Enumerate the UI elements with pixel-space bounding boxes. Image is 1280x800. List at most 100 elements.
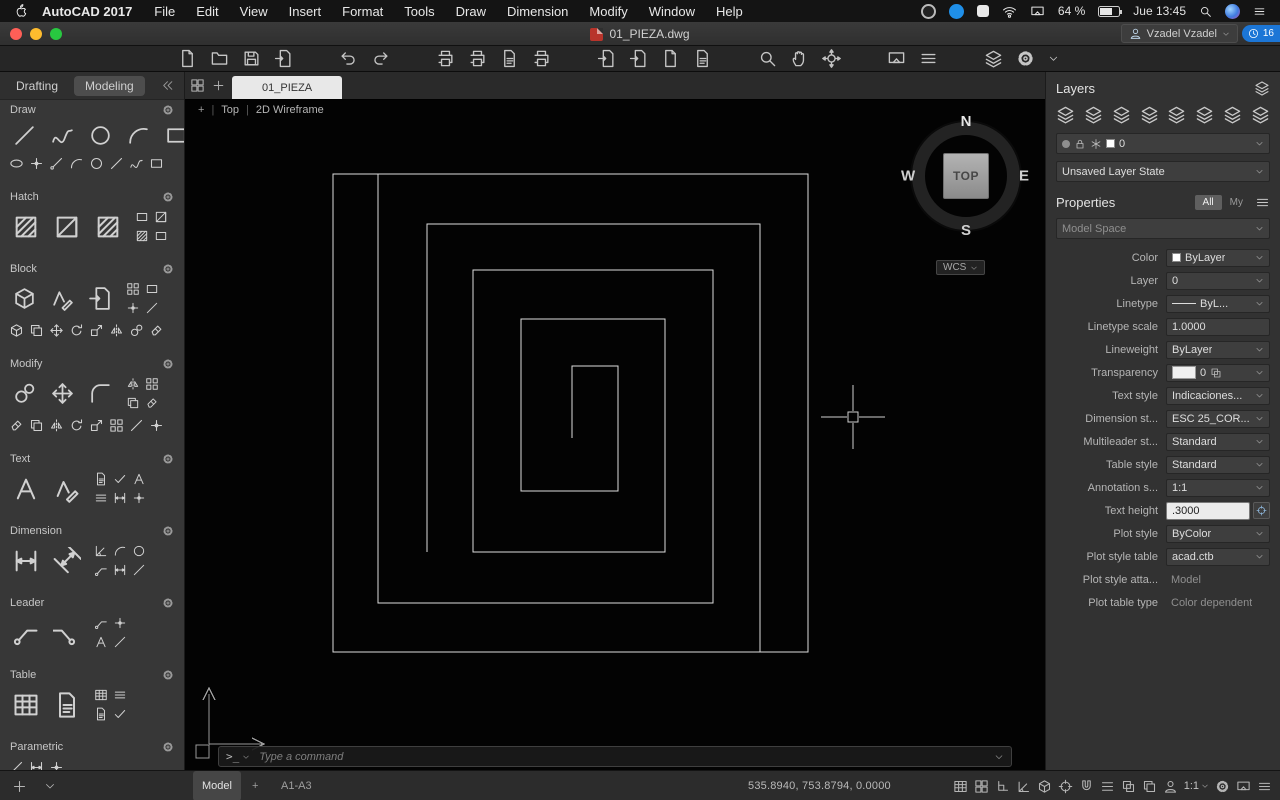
page-setup-icon[interactable] xyxy=(500,49,519,68)
gear-icon[interactable] xyxy=(162,453,174,465)
snap-mode-icon[interactable] xyxy=(974,779,989,794)
copy-tool[interactable] xyxy=(126,396,140,410)
current-layer-selector[interactable]: 0 xyxy=(1056,133,1270,154)
creative-cloud-icon[interactable] xyxy=(921,4,936,19)
menu-insert[interactable]: Insert xyxy=(289,4,322,19)
gear-icon[interactable] xyxy=(162,525,174,537)
transparency-icon[interactable] xyxy=(1210,367,1222,379)
explode-tool[interactable] xyxy=(149,418,164,433)
multileader-tool[interactable] xyxy=(12,619,40,647)
baseline-dimension-tool[interactable] xyxy=(113,563,127,577)
menu-file[interactable]: File xyxy=(154,4,175,19)
layer-freeze-icon[interactable] xyxy=(1195,105,1214,124)
hatch-tool[interactable] xyxy=(12,213,40,241)
layer-state-selector[interactable]: Unsaved Layer State xyxy=(1056,161,1270,182)
block-small-2[interactable] xyxy=(29,323,44,338)
layer-state-icon[interactable] xyxy=(1112,105,1131,124)
viewport-view-control[interactable]: Top xyxy=(221,104,239,116)
layer-color-swatch[interactable] xyxy=(1106,139,1115,148)
polyline-tool[interactable] xyxy=(50,123,75,148)
text-style-tool[interactable] xyxy=(94,472,108,486)
new-drawing-icon[interactable] xyxy=(178,49,197,68)
layer-off-icon[interactable] xyxy=(1251,105,1270,124)
trial-days-badge[interactable]: 16 xyxy=(1242,25,1280,42)
block-array-tool[interactable] xyxy=(126,282,140,296)
tab-drafting[interactable]: Drafting xyxy=(10,76,64,96)
blue-app-status-icon[interactable] xyxy=(949,4,964,19)
drawing-canvas[interactable]: + | Top | 2D Wireframe N E S W TOP WCS xyxy=(185,100,1045,770)
copy-small-tool[interactable] xyxy=(29,418,44,433)
plot-style-table-dropdown[interactable]: acad.ctb xyxy=(1166,548,1270,566)
single-text-tool[interactable] xyxy=(132,472,146,486)
circle-tool[interactable] xyxy=(88,123,113,148)
share-icon[interactable] xyxy=(693,49,712,68)
menu-help[interactable]: Help xyxy=(716,4,743,19)
transparency-display-icon[interactable] xyxy=(1121,779,1136,794)
command-input[interactable]: Type a command xyxy=(259,751,994,763)
color-dropdown[interactable]: ByLayer xyxy=(1166,249,1270,267)
lock-icon[interactable] xyxy=(1074,138,1086,150)
orbit-tool-icon[interactable] xyxy=(822,49,841,68)
pan-tool-icon[interactable] xyxy=(790,49,809,68)
transparency-input[interactable]: 0 xyxy=(1166,364,1270,382)
text-height-input[interactable]: .3000 xyxy=(1166,502,1250,520)
white-app-status-icon[interactable] xyxy=(977,5,989,17)
write-block-tool[interactable] xyxy=(88,286,113,311)
annotation-scale-dropdown[interactable]: 1:1 xyxy=(1166,479,1270,497)
viewcube-top-face[interactable]: TOP xyxy=(943,153,989,199)
ellipse-tool[interactable] xyxy=(9,156,24,171)
signed-in-user-menu[interactable]: Vzadel Vzadel xyxy=(1121,24,1238,43)
notification-center-icon[interactable] xyxy=(1253,5,1266,18)
apple-menu-icon[interactable] xyxy=(14,3,28,19)
block-small-5[interactable] xyxy=(89,323,104,338)
layers-icon[interactable] xyxy=(1254,80,1270,96)
dimension-style-dropdown[interactable]: ESC 25_COR... xyxy=(1166,410,1270,428)
new-tab-icon[interactable] xyxy=(212,79,225,92)
trim-tool[interactable] xyxy=(129,418,144,433)
ortho-mode-icon[interactable] xyxy=(995,779,1010,794)
table-export-tool[interactable] xyxy=(113,688,127,702)
viewcube-west[interactable]: W xyxy=(901,168,915,185)
add-layout-button[interactable]: + xyxy=(252,771,258,800)
batch-plot-icon[interactable] xyxy=(532,49,551,68)
table-style-dropdown[interactable]: Standard xyxy=(1166,456,1270,474)
block-small-4[interactable] xyxy=(69,323,84,338)
siri-icon[interactable] xyxy=(1225,4,1240,19)
linear-dimension-tool[interactable] xyxy=(12,547,40,575)
import-icon[interactable] xyxy=(597,49,616,68)
table-check-tool[interactable] xyxy=(113,707,127,721)
construction-line-tool[interactable] xyxy=(109,156,124,171)
block-small-1[interactable] xyxy=(9,323,24,338)
gradient-tool[interactable] xyxy=(53,213,81,241)
command-history-chevron-icon[interactable] xyxy=(994,752,1004,762)
palette-options-chevron-icon[interactable] xyxy=(44,780,56,792)
app-menu-title[interactable]: AutoCAD 2017 xyxy=(42,4,132,19)
leader-text-tool[interactable] xyxy=(94,635,108,649)
dimensional-constraint-tool[interactable] xyxy=(29,760,44,770)
leader-line-tool[interactable] xyxy=(113,635,127,649)
add-palette-icon[interactable] xyxy=(12,779,27,794)
radius-dimension-tool[interactable] xyxy=(113,544,127,558)
layer-tools-icon[interactable] xyxy=(984,49,1003,68)
table-cell-tool[interactable] xyxy=(94,707,108,721)
region-small-tool[interactable] xyxy=(154,229,168,243)
rotate-tool[interactable] xyxy=(69,418,84,433)
geometric-constraint-tool[interactable] xyxy=(9,760,24,770)
block-small-8[interactable] xyxy=(149,323,164,338)
multileader-style-dropdown[interactable]: Standard xyxy=(1166,433,1270,451)
viewcube-north[interactable]: N xyxy=(961,113,972,130)
isometric-drafting-icon[interactable] xyxy=(1037,779,1052,794)
block-small-6[interactable] xyxy=(109,323,124,338)
hatch-edit-tool[interactable] xyxy=(94,213,122,241)
annotation-visibility-icon[interactable] xyxy=(1163,779,1178,794)
rectangle-tool[interactable] xyxy=(164,123,185,148)
spotlight-search-icon[interactable] xyxy=(1199,5,1212,18)
object-snap-tracking-icon[interactable] xyxy=(1058,779,1073,794)
mirror-small-tool[interactable] xyxy=(49,418,64,433)
command-line[interactable]: >_ Type a command xyxy=(218,746,1012,767)
viewport-add-control[interactable]: + xyxy=(198,104,204,116)
viewcube[interactable]: N E S W TOP xyxy=(904,114,1028,238)
create-block-tool[interactable] xyxy=(50,286,75,311)
battery-icon[interactable] xyxy=(1098,6,1120,17)
spell-check-tool[interactable] xyxy=(113,472,127,486)
